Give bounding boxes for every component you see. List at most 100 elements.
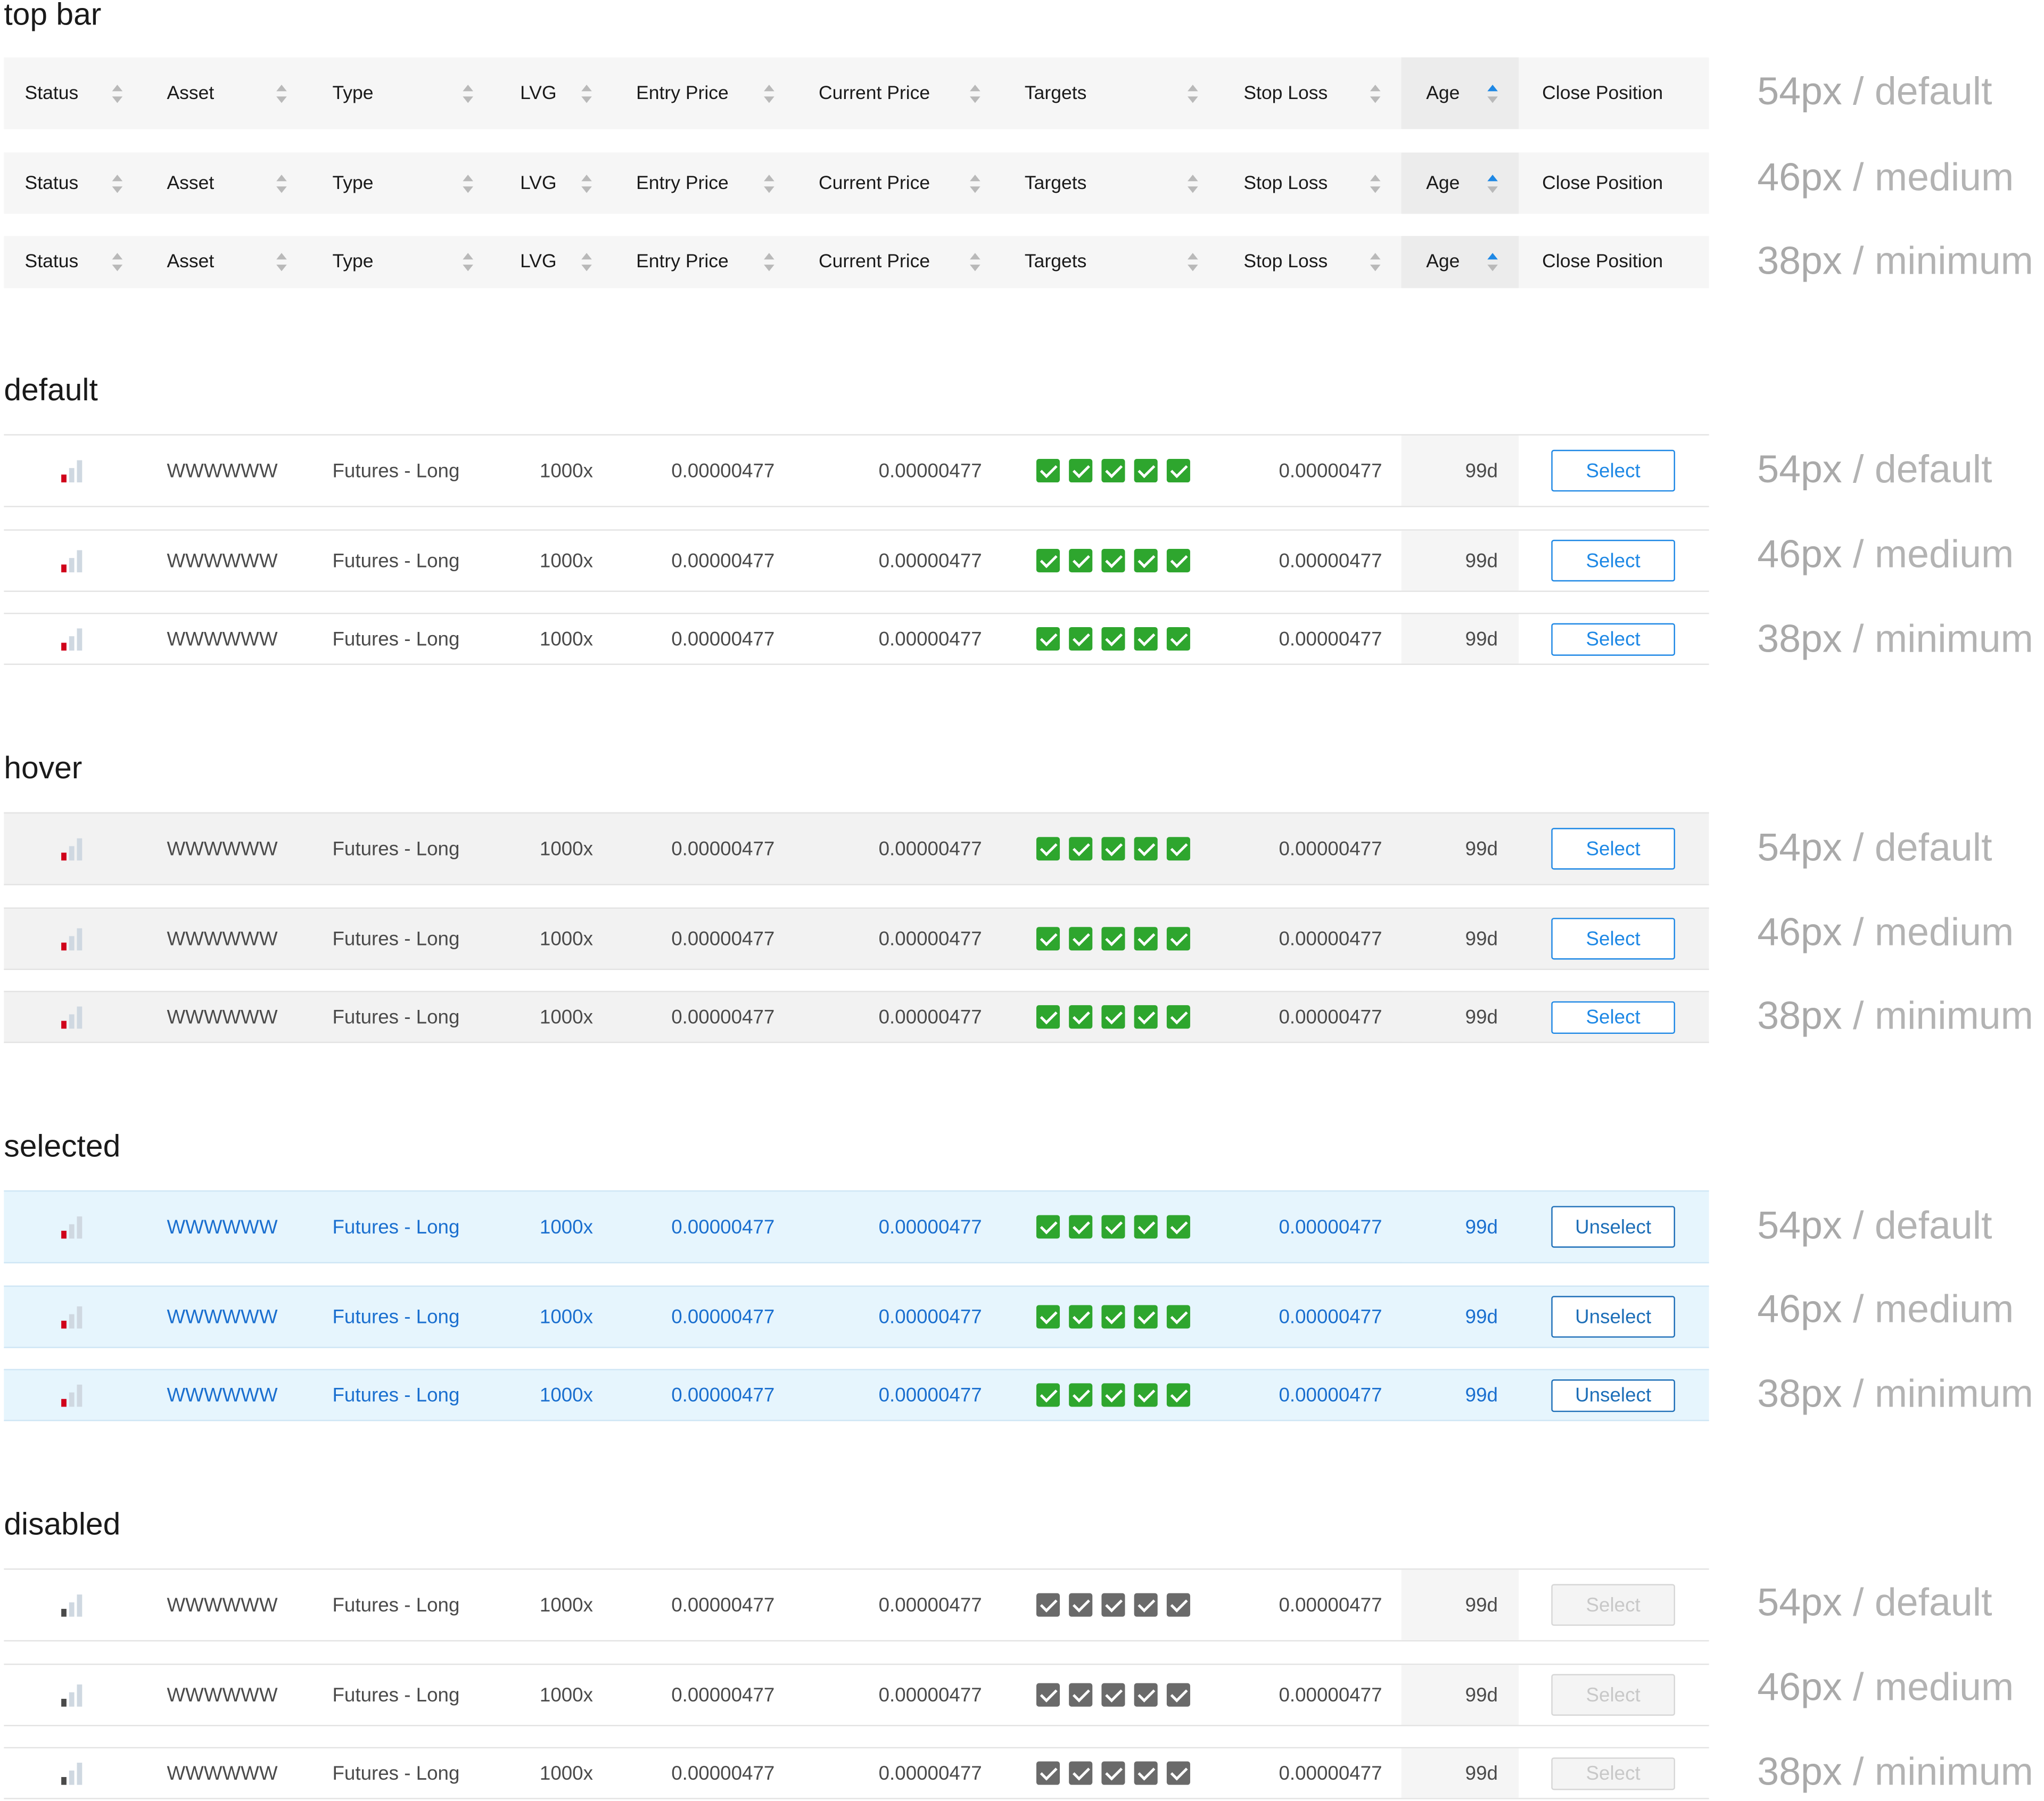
size-name: default	[1874, 448, 1992, 492]
table-row[interactable]: WWWWWW Futures - Long 1000x 0.00000477 0.000…	[4, 1285, 1709, 1348]
header-cell-targets[interactable]: Targets	[1001, 57, 1220, 129]
table-row[interactable]: WWWWWW Futures - Long 1000x 0.00000477 0.000…	[4, 907, 1709, 971]
header-cell-current[interactable]: Current Price	[795, 57, 1001, 129]
sort-arrows-icon[interactable]	[581, 174, 592, 193]
sort-arrows-icon[interactable]	[970, 84, 980, 103]
header-cell-lvg[interactable]: LVG	[496, 57, 613, 129]
sort-arrows-icon[interactable]	[1370, 253, 1381, 272]
header-cell-entry[interactable]: Entry Price	[613, 153, 795, 214]
sort-arrows-icon[interactable]	[463, 174, 473, 193]
sort-arrows-icon[interactable]	[764, 174, 774, 193]
size-space	[1864, 618, 1874, 661]
header-cell-lvg[interactable]: LVG	[496, 153, 613, 214]
unselect-button[interactable]: Unselect	[1551, 1296, 1675, 1338]
select-button[interactable]: Select	[1551, 1000, 1675, 1033]
checkbox-checked-icon	[1134, 1215, 1158, 1239]
header-cell-entry[interactable]: Entry Price	[613, 236, 795, 288]
header-cell-status[interactable]: Status	[4, 236, 143, 288]
table-row: WWWWWW Futures - Long 1000x 0.00000477 0.000…	[4, 1663, 1709, 1726]
status-cell	[60, 1665, 86, 1725]
header-cell-age[interactable]: Age	[1401, 57, 1519, 129]
sort-arrows-icon[interactable]	[112, 84, 123, 103]
cell-lvg: 1000x	[539, 1683, 593, 1706]
cell-current: 0.00000477	[878, 1593, 982, 1616]
sort-arrows-icon[interactable]	[1487, 84, 1498, 103]
sort-arrows-icon[interactable]	[112, 253, 123, 272]
close-position-cell: Select	[1551, 1748, 1675, 1798]
checkbox-checked-icon	[1101, 1005, 1125, 1029]
select-button[interactable]: Select	[1551, 622, 1675, 655]
signal-bars-icon	[60, 1215, 86, 1239]
size-separator: /	[1853, 994, 1864, 1038]
unselect-button[interactable]: Unselect	[1551, 1206, 1675, 1248]
header-cell-age[interactable]: Age	[1401, 152, 1519, 214]
header-cell-type[interactable]: Type	[309, 236, 495, 288]
section-title-default: default	[4, 373, 98, 408]
table-row[interactable]: WWWWWW Futures - Long 1000x 0.00000477 0.000…	[4, 1190, 1709, 1264]
signal-bars-icon	[60, 459, 86, 483]
cell-current: 0.00000477	[878, 837, 982, 860]
header-label-entry: Entry Price	[636, 251, 729, 273]
header-cell-current[interactable]: Current Price	[795, 236, 1001, 288]
sort-arrows-icon[interactable]	[764, 84, 774, 103]
sort-arrows-icon[interactable]	[1188, 253, 1198, 272]
checkbox-checked-icon	[1101, 459, 1125, 483]
table-row[interactable]: WWWWWW Futures - Long 1000x 0.00000477 0.000…	[4, 1369, 1709, 1421]
checkbox-checked-icon	[1069, 1305, 1093, 1329]
sort-arrows-icon[interactable]	[581, 84, 592, 103]
sort-arrows-icon[interactable]	[112, 174, 123, 193]
size-px: 38px	[1757, 1372, 1842, 1416]
cell-asset: WWWWWW	[167, 837, 278, 860]
header-cell-targets[interactable]: Targets	[1001, 236, 1220, 288]
sort-arrows-icon[interactable]	[581, 253, 592, 272]
header-cell-type[interactable]: Type	[309, 57, 495, 129]
cell-type: Futures - Long	[332, 1305, 460, 1328]
header-cell-entry[interactable]: Entry Price	[613, 57, 795, 129]
sort-arrows-icon[interactable]	[276, 253, 287, 272]
cell-age: 99d	[1465, 1683, 1498, 1706]
sort-arrows-icon[interactable]	[1370, 174, 1381, 193]
size-label: 54px / default	[1757, 1207, 1992, 1246]
header-cell-status[interactable]: Status	[4, 57, 143, 129]
sort-arrows-icon[interactable]	[463, 84, 473, 103]
table-row[interactable]: WWWWWW Futures - Long 1000x 0.00000477 0.000…	[4, 812, 1709, 885]
cell-stop: 0.00000477	[1279, 459, 1382, 482]
select-button[interactable]: Select	[1551, 828, 1675, 870]
header-cell-asset[interactable]: Asset	[143, 236, 309, 288]
sort-arrows-icon[interactable]	[1487, 253, 1498, 272]
header-label-targets: Targets	[1024, 83, 1087, 104]
header-cell-age[interactable]: Age	[1401, 236, 1519, 289]
select-button[interactable]: Select	[1551, 539, 1675, 582]
table-row[interactable]: WWWWWW Futures - Long 1000x 0.00000477 0.000…	[4, 613, 1709, 665]
sort-arrows-icon[interactable]	[1188, 174, 1198, 193]
sort-arrows-icon[interactable]	[463, 253, 473, 272]
size-name: medium	[1874, 156, 2014, 200]
header-cell-asset[interactable]: Asset	[143, 153, 309, 214]
sort-arrows-icon[interactable]	[276, 84, 287, 103]
sort-arrows-icon[interactable]	[970, 253, 980, 272]
select-button[interactable]: Select	[1551, 918, 1675, 960]
unselect-button[interactable]: Unselect	[1551, 1378, 1675, 1412]
sort-arrows-icon[interactable]	[970, 174, 980, 193]
sort-arrows-icon[interactable]	[1188, 84, 1198, 103]
size-name: medium	[1874, 911, 2014, 955]
header-cell-lvg[interactable]: LVG	[496, 236, 613, 288]
sort-arrows-icon[interactable]	[276, 174, 287, 193]
header-cell-stop[interactable]: Stop Loss	[1220, 236, 1401, 288]
table-row[interactable]: WWWWWW Futures - Long 1000x 0.00000477 0.000…	[4, 434, 1709, 507]
sort-arrows-icon[interactable]	[1487, 174, 1498, 193]
header-cell-stop[interactable]: Stop Loss	[1220, 57, 1401, 129]
header-cell-current[interactable]: Current Price	[795, 153, 1001, 214]
header-cell-stop[interactable]: Stop Loss	[1220, 153, 1401, 214]
table-row[interactable]: WWWWWW Futures - Long 1000x 0.00000477 0.000…	[4, 529, 1709, 592]
cell-asset: WWWWWW	[167, 1593, 278, 1616]
status-cell	[60, 1287, 86, 1347]
table-row[interactable]: WWWWWW Futures - Long 1000x 0.00000477 0.000…	[4, 991, 1709, 1043]
header-cell-status[interactable]: Status	[4, 153, 143, 214]
select-button[interactable]: Select	[1551, 449, 1675, 492]
sort-arrows-icon[interactable]	[1370, 84, 1381, 103]
header-cell-asset[interactable]: Asset	[143, 57, 309, 129]
header-cell-targets[interactable]: Targets	[1001, 153, 1220, 214]
sort-arrows-icon[interactable]	[764, 253, 774, 272]
header-cell-type[interactable]: Type	[309, 153, 495, 214]
